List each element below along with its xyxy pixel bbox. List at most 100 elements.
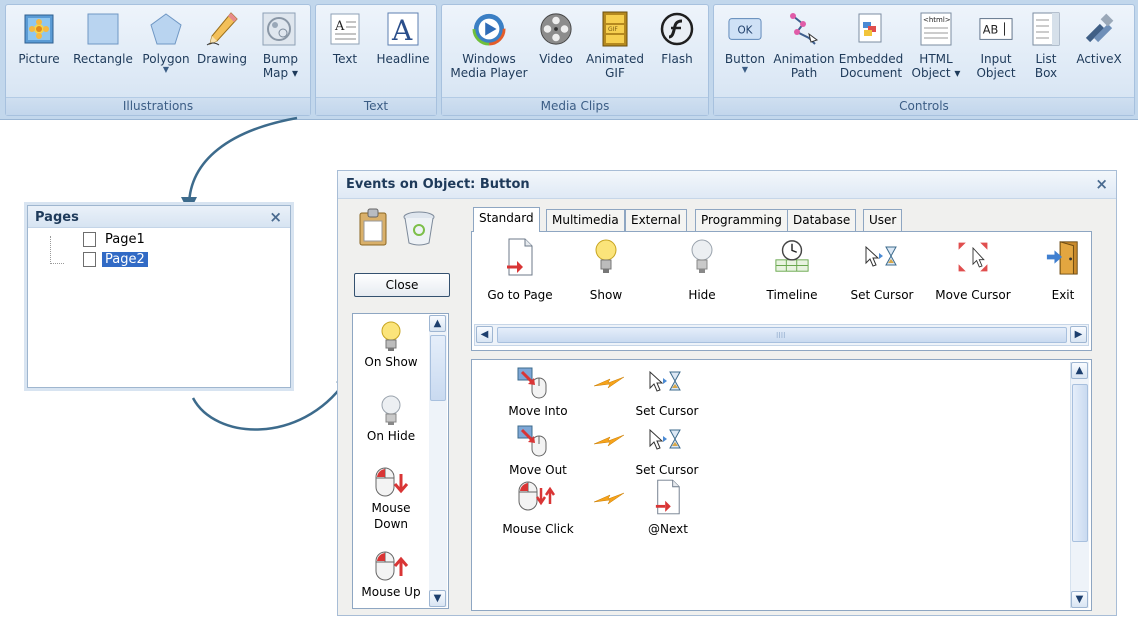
illustrations-caption: Illustrations [6, 97, 310, 115]
action-strip: Go to Page Show Hide Timeline Set Cursor [471, 231, 1092, 351]
scroll-right-icon[interactable]: ▶ [1070, 326, 1087, 343]
button-tool-button[interactable]: OK Button ▼ [720, 11, 770, 74]
flash-button[interactable]: Flash [650, 11, 704, 66]
triggers-scrollbar[interactable]: ▲ ▼ [429, 315, 447, 607]
lightning-connector-icon [592, 374, 626, 392]
trigger-mouse-down[interactable]: Mouse Down [353, 466, 429, 532]
flash-icon [660, 11, 694, 47]
action-move-cursor[interactable]: Move Cursor [930, 236, 1016, 302]
bump-map-button[interactable]: Bump Map ▾ [254, 11, 304, 80]
go-to-page-icon [502, 236, 538, 278]
activex-button[interactable]: ActiveX [1070, 11, 1128, 66]
animation-path-label: Animation [773, 52, 835, 66]
trigger-label: On Show [364, 355, 418, 369]
action-label: Show [589, 288, 623, 302]
ribbon-group-text: A Text A Headline Text [315, 4, 437, 116]
tab-programming[interactable]: Programming [695, 209, 788, 231]
action-label: Hide [688, 288, 716, 302]
trigger-label: Mouse Up [361, 585, 421, 599]
set-cursor-icon[interactable] [648, 368, 684, 396]
action-show[interactable]: Show [576, 236, 636, 302]
html-object-label-2: Object ▾ [911, 66, 961, 80]
scroll-up-icon[interactable]: ▲ [429, 315, 446, 332]
text-button[interactable]: A Text [320, 11, 370, 66]
trigger-on-show[interactable]: On Show [353, 320, 429, 370]
embedded-document-icon [854, 11, 888, 47]
clipboard-icon[interactable] [358, 207, 390, 247]
animation-path-label-2: Path [790, 66, 818, 80]
page-item-page1[interactable]: Page1 [83, 231, 148, 249]
action-set-cursor[interactable]: Set Cursor [846, 236, 918, 302]
actions-scroll-thumb[interactable]: IIII [497, 327, 1067, 343]
set-cursor-icon[interactable] [648, 426, 684, 454]
svg-text:OK: OK [737, 25, 753, 37]
action-go-to-page[interactable]: Go to Page [482, 236, 558, 302]
bump-map-label-2: Map ▾ [262, 66, 298, 80]
ok-button-icon: OK [728, 11, 762, 47]
page-item-page2[interactable]: Page2 [83, 251, 148, 269]
canvas-scroll-thumb[interactable] [1072, 384, 1088, 542]
trigger-mouse-up[interactable]: Mouse Up [353, 550, 429, 600]
button-dropdown-icon[interactable]: ▼ [720, 66, 770, 74]
polygon-button[interactable]: Polygon ▼ [138, 11, 194, 74]
events-close-icon[interactable]: × [1095, 175, 1108, 193]
scroll-left-icon[interactable]: ◀ [476, 326, 493, 343]
rectangle-button[interactable]: Rectangle [70, 11, 136, 66]
tab-external[interactable]: External [625, 209, 687, 231]
bump-map-icon [262, 11, 296, 47]
input-object-label: Input [980, 52, 1012, 66]
triggers-scroll-thumb[interactable] [430, 335, 446, 401]
move-into-icon[interactable] [516, 366, 550, 400]
page-doc-icon [83, 232, 96, 247]
video-button[interactable]: Video [534, 11, 578, 66]
drawing-button[interactable]: Drawing [194, 11, 250, 66]
windows-media-player-button[interactable]: Windows Media Player [446, 11, 532, 80]
event-label: Move Into [508, 404, 568, 418]
trash-icon[interactable] [402, 209, 436, 247]
tab-multimedia[interactable]: Multimedia [546, 209, 625, 231]
headline-button[interactable]: A Headline [372, 11, 434, 66]
media-clips-caption: Media Clips [442, 97, 708, 115]
tab-user[interactable]: User [863, 209, 903, 231]
input-object-button[interactable]: AB Input Object [970, 11, 1022, 80]
pages-panel-title: Pages [35, 210, 79, 225]
events-dialog-title: Events on Object: Button × [338, 171, 1116, 199]
text-caption: Text [316, 97, 436, 115]
tab-standard[interactable]: Standard [473, 207, 540, 232]
polygon-dropdown-icon[interactable]: ▼ [138, 66, 194, 74]
mouse-click-icon[interactable] [516, 480, 556, 516]
events-dialog-title-text: Events on Object: Button [346, 177, 530, 192]
ribbon-group-media-clips: Windows Media Player Video GIF Animated … [441, 4, 709, 116]
close-button[interactable]: Close [354, 273, 450, 297]
pages-close-icon[interactable]: × [269, 208, 282, 226]
list-box-button[interactable]: List Box [1026, 11, 1066, 80]
embedded-document-button[interactable]: Embedded Document [838, 11, 904, 80]
html-object-button[interactable]: <html> HTML Object ▾ [906, 11, 966, 80]
text-icon: A [328, 11, 362, 47]
scroll-down-icon[interactable]: ▼ [429, 590, 446, 607]
animation-path-button[interactable]: Animation Path [772, 11, 836, 80]
set-cursor-icon [864, 236, 900, 278]
tab-database[interactable]: Database [787, 209, 857, 231]
windows-media-player-label: Windows [462, 52, 516, 66]
action-label: Set Cursor [635, 404, 699, 418]
video-label: Video [539, 52, 573, 66]
action-timeline[interactable]: Timeline [762, 236, 822, 302]
embedded-document-label: Embedded [838, 52, 904, 66]
headline-icon: A [386, 11, 420, 47]
scroll-up-icon[interactable]: ▲ [1071, 362, 1088, 379]
pencil-icon [205, 11, 239, 47]
canvas-vertical-scrollbar[interactable]: ▲ ▼ [1070, 362, 1089, 608]
move-out-icon[interactable] [516, 424, 550, 458]
action-exit[interactable]: Exit [1040, 236, 1086, 302]
triggers-list: On Show On Hide Mouse Down Mouse Up ▲ ▼ [352, 313, 449, 609]
go-to-page-icon[interactable] [654, 478, 682, 516]
scroll-down-icon[interactable]: ▼ [1071, 591, 1088, 608]
list-box-label: List [1035, 52, 1057, 66]
animated-gif-button[interactable]: GIF Animated GIF [582, 11, 648, 80]
trigger-on-hide[interactable]: On Hide [353, 394, 429, 444]
pages-panel: Pages × Page1 Page2 [27, 205, 291, 388]
picture-button[interactable]: Picture [10, 11, 68, 66]
action-hide[interactable]: Hide [672, 236, 732, 302]
actions-horizontal-scrollbar[interactable]: ◀ IIII ▶ [474, 324, 1089, 346]
